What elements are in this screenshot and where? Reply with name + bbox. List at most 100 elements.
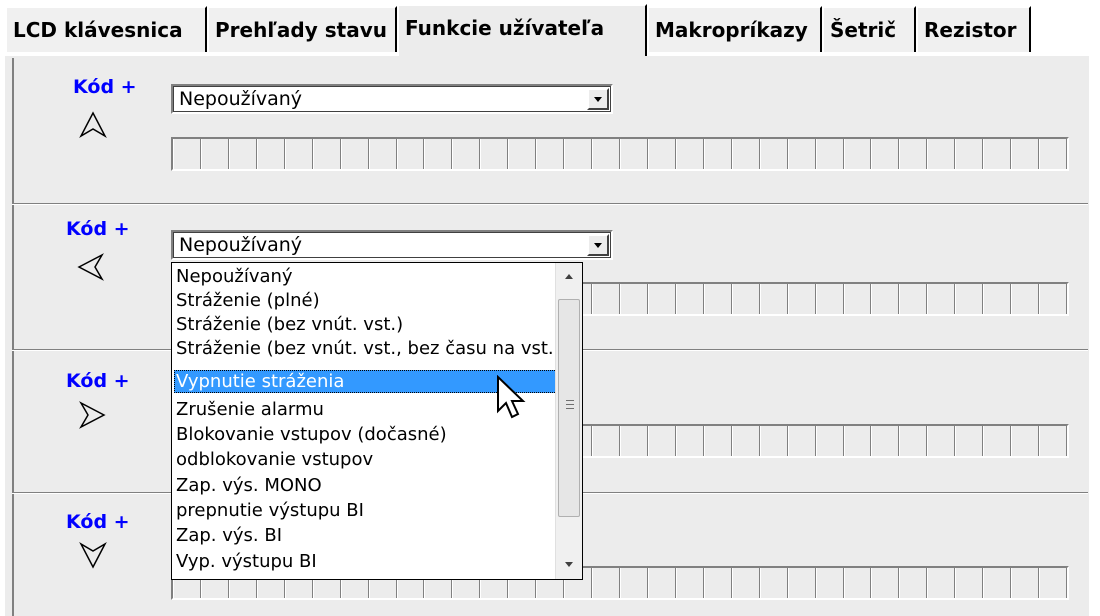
scroll-thumb[interactable] [558,299,580,517]
code-cell[interactable] [871,568,900,598]
tab-setric[interactable]: Šetrič [822,6,916,52]
code-cell[interactable] [703,568,732,598]
code-cell[interactable] [927,139,956,169]
code-cell[interactable] [703,139,732,169]
code-cell[interactable] [1039,284,1067,314]
code-cell[interactable] [620,139,648,169]
code-cell[interactable] [983,284,1012,314]
function-select-up[interactable]: Nepoužívaný [171,84,613,114]
dropdown-option[interactable]: Zap. výs. MONO [174,474,578,497]
code-cell[interactable] [731,284,760,314]
code-cell[interactable] [731,139,760,169]
code-cell[interactable] [592,568,620,598]
code-cell[interactable] [200,139,229,169]
code-cell[interactable] [592,284,620,314]
dropdown-option[interactable]: Stráženie (plné) [174,289,578,312]
code-cell[interactable] [396,139,425,169]
function-dropdown-list[interactable]: Nepoužívaný Stráženie (plné) Stráženie (… [171,262,583,580]
dropdown-option[interactable]: Nepoužívaný [174,265,578,288]
code-cell[interactable] [759,284,788,314]
code-cell[interactable] [480,139,509,169]
code-cell[interactable] [647,139,676,169]
code-cell[interactable] [955,139,984,169]
code-cell[interactable] [815,568,844,598]
function-select-left[interactable]: Nepoužívaný [171,230,613,260]
code-cell[interactable] [703,426,732,456]
code-cell[interactable] [536,139,565,169]
code-cell[interactable] [1011,284,1040,314]
code-cell[interactable] [647,426,676,456]
tab-makroprikazy[interactable]: Makropríkazy [647,6,822,52]
code-cell[interactable] [592,139,620,169]
chevron-down-icon[interactable] [587,88,609,110]
code-cell[interactable] [927,284,956,314]
code-cell[interactable] [843,284,872,314]
code-cell[interactable] [983,139,1012,169]
code-cell[interactable] [787,139,816,169]
code-cell[interactable] [647,568,676,598]
code-cell[interactable] [843,568,872,598]
code-cell[interactable] [787,284,816,314]
dropdown-option[interactable]: Vyp. výstupu BI [174,550,578,573]
code-cell[interactable] [228,139,257,169]
code-cell[interactable] [452,139,481,169]
code-cell[interactable] [368,139,397,169]
code-cell[interactable] [759,139,788,169]
code-cell[interactable] [815,139,844,169]
code-cell[interactable] [871,284,900,314]
tab-funkcie-uzivatela[interactable]: Funkcie užívateľa [397,4,647,56]
code-cell[interactable] [1039,139,1067,169]
code-cell[interactable] [787,568,816,598]
code-cell[interactable] [675,568,704,598]
code-cell[interactable] [564,139,593,169]
code-cell[interactable] [312,139,341,169]
code-cell[interactable] [983,426,1012,456]
code-cell[interactable] [843,139,872,169]
code-cell[interactable] [955,426,984,456]
code-cell[interactable] [620,568,648,598]
scroll-down-icon[interactable] [556,551,582,577]
code-cell[interactable] [173,139,201,169]
code-cell[interactable] [620,284,648,314]
code-cell[interactable] [871,139,900,169]
code-cell[interactable] [647,284,676,314]
dropdown-option[interactable]: Zap. výs. BI [174,524,578,547]
code-cell[interactable] [675,139,704,169]
code-cell[interactable] [983,568,1012,598]
code-cell[interactable] [592,426,620,456]
code-cell[interactable] [843,426,872,456]
code-cell[interactable] [620,426,648,456]
code-cell[interactable] [899,568,928,598]
code-cell[interactable] [731,568,760,598]
dropdown-option[interactable]: odblokovanie vstupov [174,448,578,471]
code-cell[interactable] [1039,426,1067,456]
dropdown-scrollbar[interactable] [555,263,582,579]
code-cell[interactable] [731,426,760,456]
code-cells-up[interactable] [171,137,1069,171]
code-cell[interactable] [955,284,984,314]
code-cell[interactable] [675,426,704,456]
code-cell[interactable] [1039,568,1067,598]
code-cell[interactable] [899,139,928,169]
code-cell[interactable] [927,426,956,456]
code-cell[interactable] [815,426,844,456]
code-cell[interactable] [1011,568,1040,598]
code-cell[interactable] [759,426,788,456]
code-cell[interactable] [340,139,369,169]
code-cell[interactable] [1011,139,1040,169]
code-cell[interactable] [899,426,928,456]
scroll-up-icon[interactable] [556,263,582,289]
dropdown-option[interactable]: Stráženie (bez vnút. vst., bez času na v… [174,337,578,360]
tab-rezistor[interactable]: Rezistor [916,6,1031,52]
dropdown-option[interactable]: prepnutie výstupu BI [174,499,578,522]
code-cell[interactable] [899,284,928,314]
dropdown-option[interactable]: Blokovanie vstupov (dočasné) [174,423,578,446]
code-cell[interactable] [815,284,844,314]
code-cell[interactable] [508,139,537,169]
code-cell[interactable] [1011,426,1040,456]
code-cell[interactable] [787,426,816,456]
tab-prehlady-stavu[interactable]: Prehľady stavu [207,6,397,52]
code-cell[interactable] [759,568,788,598]
code-cell[interactable] [256,139,285,169]
code-cell[interactable] [703,284,732,314]
